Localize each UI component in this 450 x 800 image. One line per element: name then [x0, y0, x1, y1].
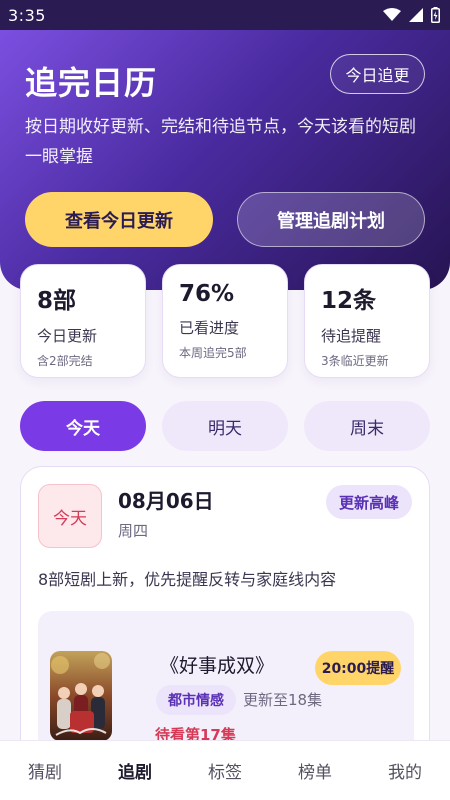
stat-value: 12条 — [321, 288, 377, 314]
nav-tags[interactable]: 标签 — [180, 741, 270, 800]
battery-icon — [431, 7, 440, 23]
manage-plan-button[interactable]: 管理追剧计划 — [237, 192, 425, 247]
system-icons — [383, 7, 440, 23]
nav-guess[interactable]: 猜剧 — [0, 741, 90, 800]
nav-profile[interactable]: 我的 — [360, 741, 450, 800]
stat-sub: 本周追完5部 — [179, 346, 247, 360]
tab-weekend[interactable]: 周末 — [304, 401, 430, 451]
nav-rankings[interactable]: 榜单 — [270, 741, 360, 800]
stat-card-reminders[interactable]: 12条 待追提醒 3条临近更新 — [304, 264, 430, 378]
day-badge: 今天 — [38, 484, 102, 548]
stat-sub: 3条临近更新 — [321, 354, 389, 368]
day-weekday: 周四 — [118, 522, 149, 540]
day-summary: 8部短剧上新，优先提醒反转与家庭线内容 — [38, 570, 337, 589]
page-title: 追完日历 — [25, 64, 158, 102]
tab-tomorrow[interactable]: 明天 — [162, 401, 288, 451]
drama-poster[interactable] — [50, 651, 112, 741]
reminder-button[interactable]: 20:00提醒 — [315, 651, 401, 685]
bottom-nav: 猜剧 追剧 标签 榜单 我的 — [0, 740, 450, 800]
signal-icon — [409, 8, 423, 22]
stat-value: 76% — [179, 281, 235, 307]
stat-card-progress[interactable]: 76% 已看进度 本周追完5部 — [162, 264, 288, 378]
tab-today[interactable]: 今天 — [20, 401, 146, 451]
episode-status: 更新至18集 — [243, 691, 323, 709]
day-date: 08月06日 — [118, 489, 214, 513]
stat-label: 待追提醒 — [321, 327, 382, 345]
status-bar: 3:35 — [0, 0, 450, 30]
stat-card-today-updates[interactable]: 8部 今日更新 含2部完结 — [20, 264, 146, 378]
drama-title[interactable]: 《好事成双》 — [160, 651, 274, 678]
genre-tag: 都市情感 — [156, 685, 236, 715]
stat-sub: 含2部完结 — [37, 354, 93, 368]
view-today-updates-button[interactable]: 查看今日更新 — [25, 192, 213, 247]
wifi-icon — [383, 8, 401, 21]
status-time: 3:35 — [8, 5, 46, 25]
nav-following[interactable]: 追剧 — [90, 741, 180, 800]
hero-banner: 追完日历 今日追更 按日期收好更新、完结和待追节点，今天该看的短剧一眼掌握 查看… — [0, 30, 450, 290]
stat-value: 8部 — [37, 288, 77, 314]
update-peak-tag: 更新高峰 — [326, 485, 412, 519]
stat-label: 今日更新 — [37, 327, 98, 345]
hero-description: 按日期收好更新、完结和待追节点，今天该看的短剧一眼掌握 — [25, 117, 416, 167]
today-updates-chip[interactable]: 今日追更 — [330, 54, 425, 94]
stat-label: 已看进度 — [179, 319, 240, 337]
